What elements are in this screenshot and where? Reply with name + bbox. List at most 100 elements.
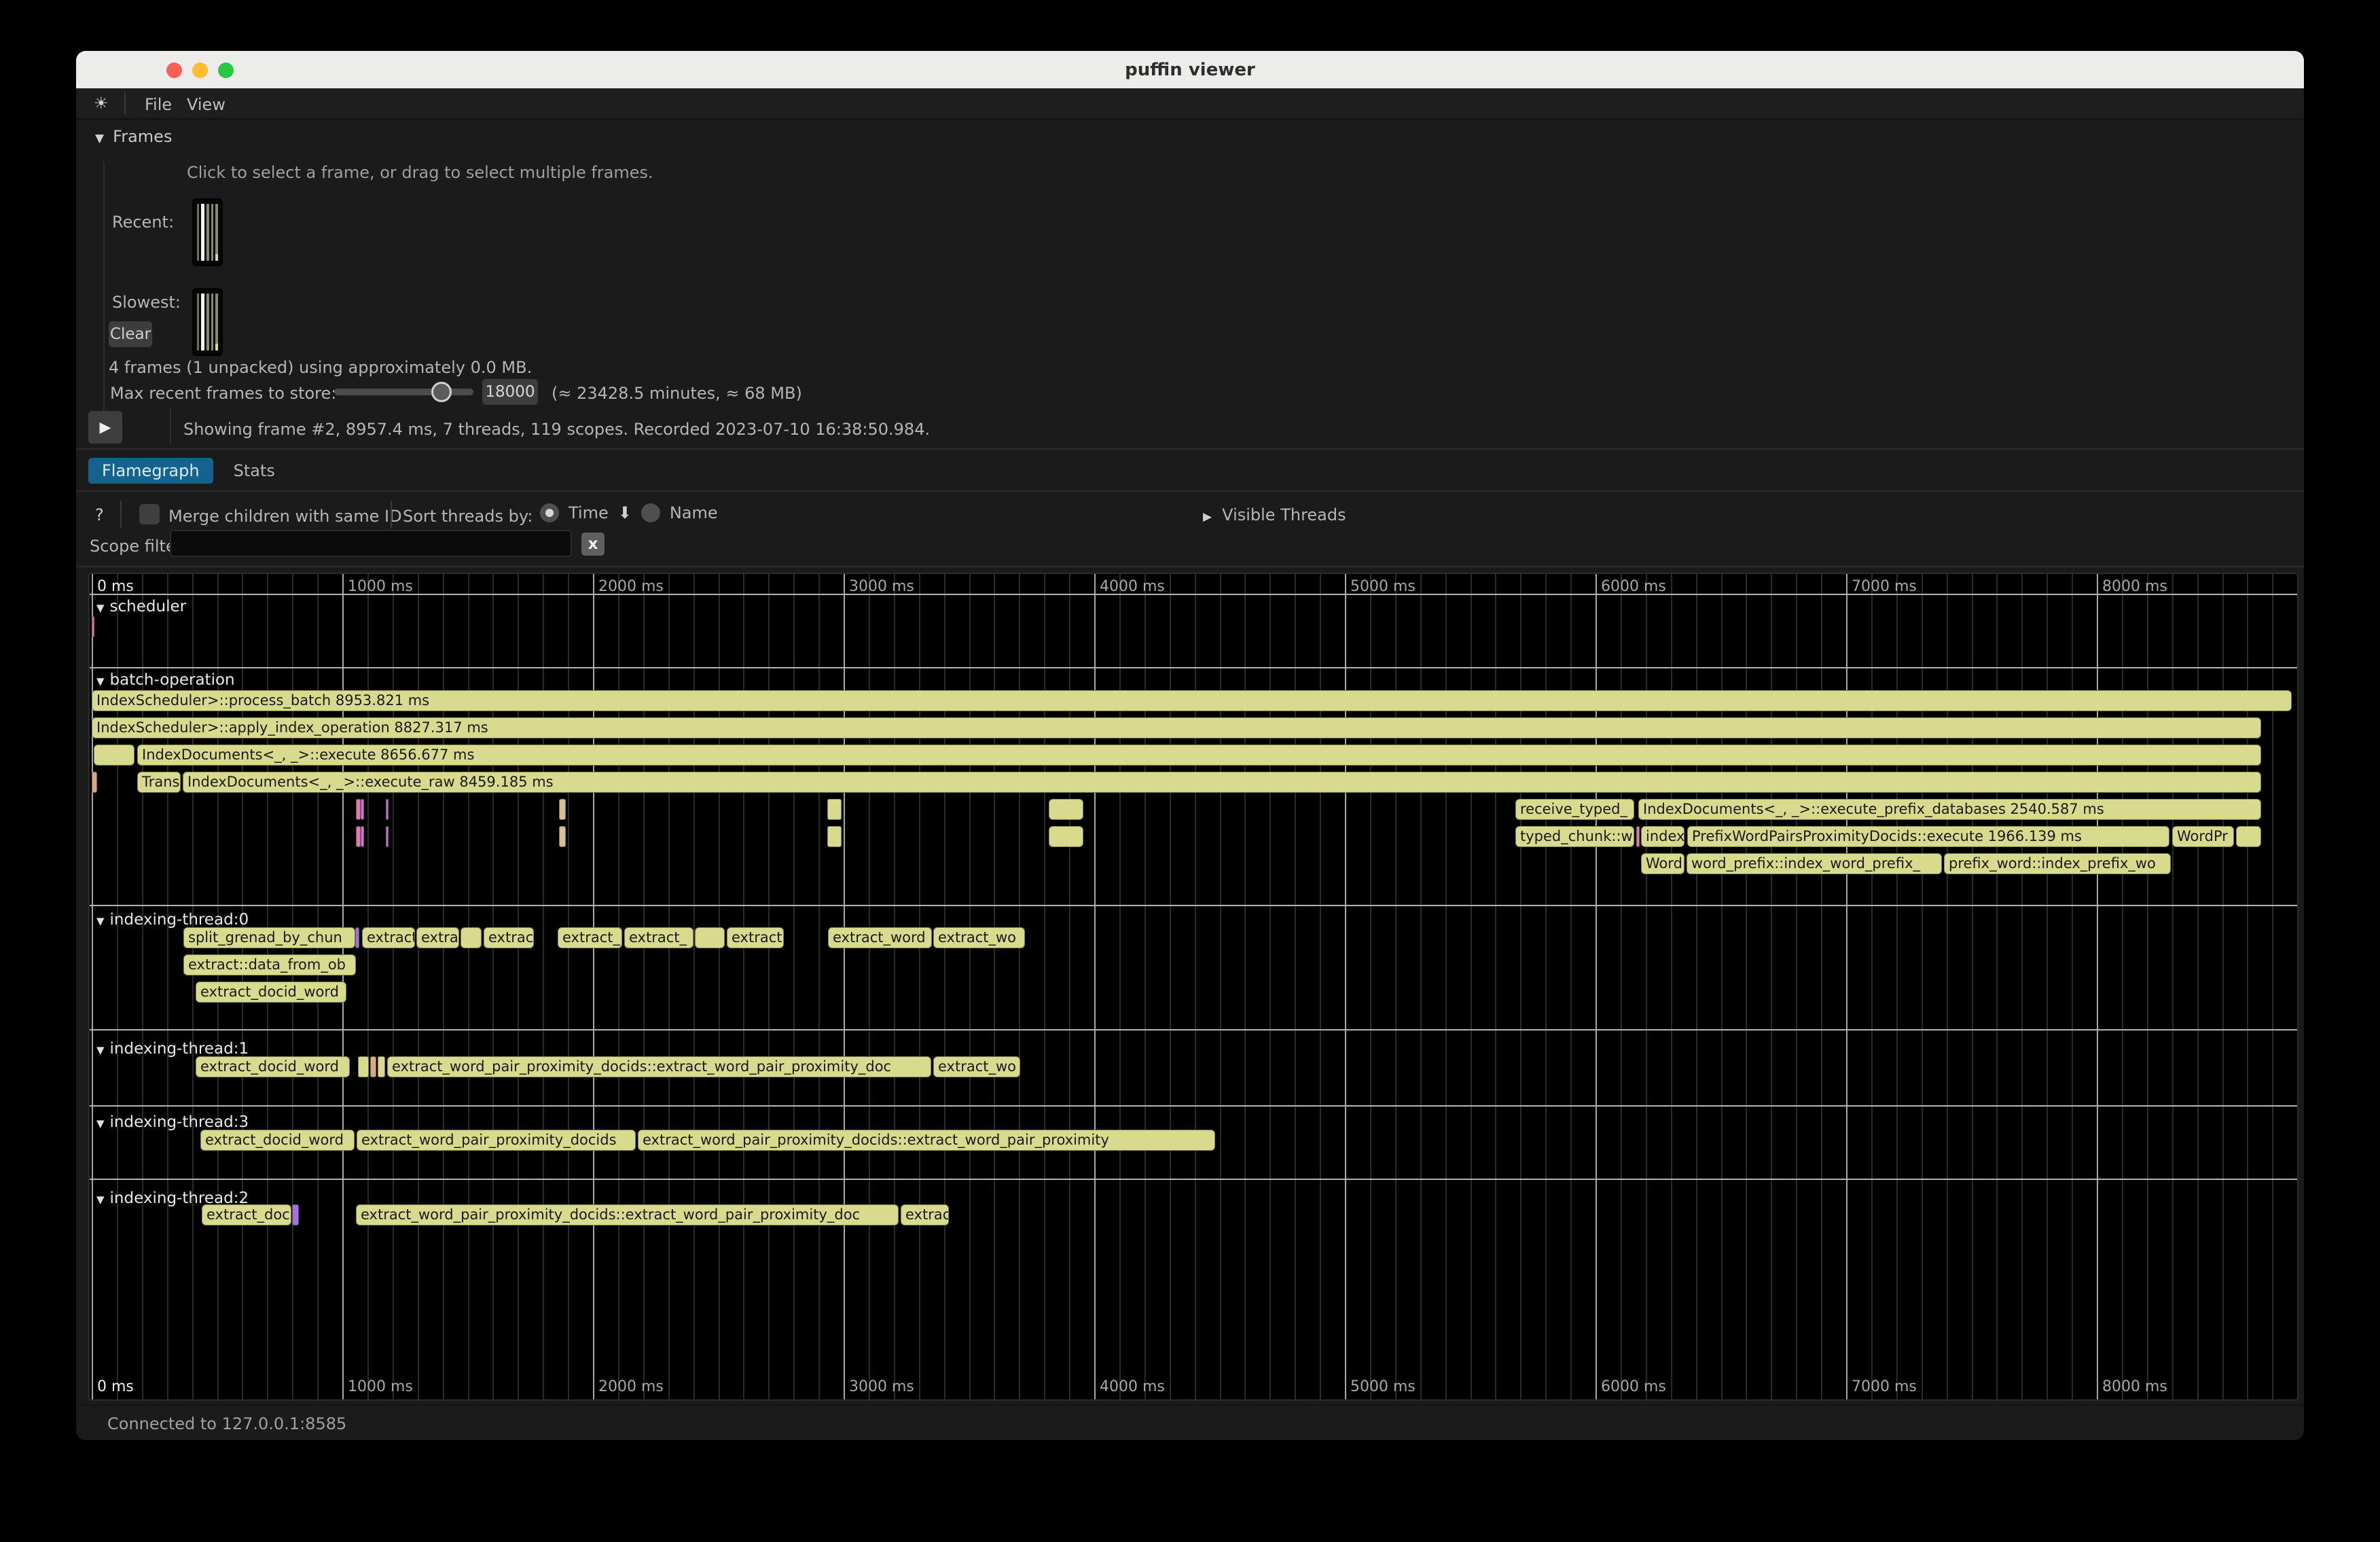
flame-bar[interactable] (92, 616, 94, 637)
flamegraph-canvas[interactable]: 0 ms0 ms1000 ms1000 ms2000 ms2000 ms3000… (88, 573, 2298, 1401)
flame-bar[interactable]: extract_ (624, 927, 693, 948)
thread-name: indexing-thread:1 (110, 1040, 249, 1058)
visible-threads-header[interactable]: ▶ Visible Threads (1203, 505, 1346, 524)
flame-bar[interactable] (358, 1056, 369, 1077)
thread-header-indexing-thread:0[interactable]: ▼indexing-thread:0 (96, 911, 249, 929)
flame-bar[interactable]: WordPr (2172, 826, 2234, 847)
clear-filter-button[interactable]: x (581, 533, 605, 556)
flame-bar[interactable] (361, 826, 364, 847)
flame-bar[interactable]: extract::data_from_ob (183, 954, 356, 975)
flame-bar[interactable] (827, 826, 842, 847)
flame-bar[interactable] (292, 1204, 299, 1225)
flame-bar[interactable]: IndexDocuments<_, _>::execute 8656.677 m… (137, 745, 2261, 766)
axis-tick-label: 7000 ms (1852, 1378, 1917, 1395)
frames-section-header[interactable]: ▼ Frames (95, 127, 172, 146)
flame-bar[interactable]: IndexScheduler>::apply_index_operation 8… (92, 717, 2261, 738)
flame-bar[interactable] (94, 745, 134, 766)
flame-bar[interactable] (1049, 826, 1083, 847)
flame-bar[interactable] (2236, 826, 2261, 847)
separator (76, 490, 2304, 492)
flame-bar[interactable] (1636, 826, 1640, 847)
play-button[interactable]: ▶ (88, 411, 122, 444)
thread-header-batch-operation[interactable]: ▼batch-operation (96, 671, 235, 689)
flame-bar[interactable]: word_prefix::index_word_prefix_ (1687, 853, 1942, 874)
flame-bar[interactable]: extrac (901, 1204, 949, 1225)
flame-bar[interactable]: extract_docid_word (196, 982, 346, 1003)
help-button[interactable]: ? (95, 505, 104, 524)
sort-radio-time[interactable] (540, 503, 559, 522)
scope-filter-input[interactable] (170, 530, 572, 557)
flame-bar[interactable]: index (1641, 826, 1684, 847)
flame-bar[interactable]: extract (362, 927, 415, 948)
sort-threads-label: Sort threads by: (403, 507, 533, 526)
flame-bar[interactable]: split_grenad_by_chun (183, 927, 355, 948)
frame-bar (206, 204, 209, 261)
flame-bar[interactable]: IndexDocuments<_, _>::execute_raw 8459.1… (183, 772, 2261, 793)
flame-bar[interactable] (356, 799, 361, 820)
flame-bar[interactable]: IndexDocuments<_, _>::execute_prefix_dat… (1638, 799, 2261, 820)
flame-bar[interactable]: Trans (137, 772, 181, 793)
thread-header-indexing-thread:1[interactable]: ▼indexing-thread:1 (96, 1040, 249, 1058)
axis-tick-label: 1000 ms (348, 1378, 413, 1395)
flame-bar[interactable] (378, 1056, 385, 1077)
axis-tick-label: 4000 ms (1100, 578, 1165, 595)
clear-frames-button[interactable]: Clear (109, 321, 152, 347)
flame-bar[interactable] (559, 826, 566, 847)
frame-bar (201, 204, 204, 261)
flame-bar[interactable]: extract_word (828, 927, 932, 948)
flame-bar[interactable]: extrac (484, 927, 534, 948)
flame-bar[interactable]: extract_wo (933, 927, 1025, 948)
flame-bar[interactable]: PrefixWordPairsProximityDocids::execute … (1687, 826, 2169, 847)
thread-separator (90, 1105, 2297, 1107)
flame-bar[interactable]: typed_chunk::w (1515, 826, 1634, 847)
collapse-triangle-icon: ▼ (96, 675, 105, 687)
flame-bar[interactable] (92, 772, 97, 793)
thread-header-indexing-thread:3[interactable]: ▼indexing-thread:3 (96, 1113, 249, 1131)
flame-bar[interactable] (461, 927, 482, 948)
flame-bar[interactable]: extract (727, 927, 784, 948)
close-icon: x (588, 535, 598, 553)
slowest-frames-thumbnail[interactable] (192, 288, 223, 356)
merge-children-checkbox[interactable] (139, 504, 160, 524)
max-frames-estimate: (≈ 23428.5 minutes, ≈ 68 MB) (552, 384, 802, 403)
max-frames-slider-knob[interactable] (431, 382, 452, 402)
thread-name: scheduler (110, 598, 187, 615)
flame-bar[interactable]: extract_ (558, 927, 622, 948)
flame-bar[interactable]: extract_word_pair_proximity_docids::extr… (387, 1056, 931, 1077)
flame-bar[interactable] (1049, 799, 1083, 820)
flame-bar[interactable]: extract_docid_word (196, 1056, 350, 1077)
flame-bar[interactable] (386, 826, 389, 847)
flame-bar[interactable]: extract_word_pair_proximity_docids (357, 1130, 636, 1151)
flame-bar[interactable]: receive_typed_ (1515, 799, 1634, 820)
flame-bar[interactable]: extract_word_pair_proximity_docids::extr… (638, 1130, 1215, 1151)
flame-bar[interactable]: extract_word_pair_proximity_docids::extr… (356, 1204, 899, 1225)
flame-bar[interactable] (695, 927, 725, 948)
tab-stats[interactable]: Stats (220, 458, 289, 484)
flame-bar[interactable]: prefix_word::index_prefix_wo (1944, 853, 2171, 874)
thread-separator (90, 667, 2297, 668)
flame-bar[interactable]: IndexScheduler>::process_batch 8953.821 … (92, 690, 2292, 711)
flame-bar[interactable] (356, 826, 361, 847)
toolbar-divider (170, 408, 171, 445)
flame-bar[interactable] (370, 1056, 376, 1077)
menu-item-file[interactable]: File (145, 95, 172, 114)
flame-bar[interactable]: extract_wo (933, 1056, 1020, 1077)
flame-bar[interactable]: extra (416, 927, 459, 948)
theme-toggle-sun-icon[interactable]: ☀ (94, 94, 109, 113)
thread-header-scheduler[interactable]: ▼scheduler (96, 598, 186, 615)
max-frames-value[interactable]: 18000 (482, 379, 538, 405)
thread-separator (90, 1029, 2297, 1030)
flame-bar[interactable]: Word (1641, 853, 1684, 874)
flame-bar[interactable] (386, 799, 389, 820)
max-frames-slider-track[interactable] (334, 389, 473, 395)
menu-item-view[interactable]: View (187, 95, 226, 114)
flame-bar[interactable] (355, 927, 359, 948)
flame-bar[interactable] (827, 799, 842, 820)
flame-bar[interactable]: extract_docid_word (200, 1130, 355, 1151)
flame-bar[interactable] (559, 799, 566, 820)
tab-flamegraph[interactable]: Flamegraph (88, 458, 213, 484)
flame-bar[interactable]: extract_doc (202, 1204, 291, 1225)
recent-frames-thumbnail[interactable] (192, 198, 223, 266)
sort-radio-name[interactable] (641, 503, 660, 522)
flame-bar[interactable] (361, 799, 364, 820)
